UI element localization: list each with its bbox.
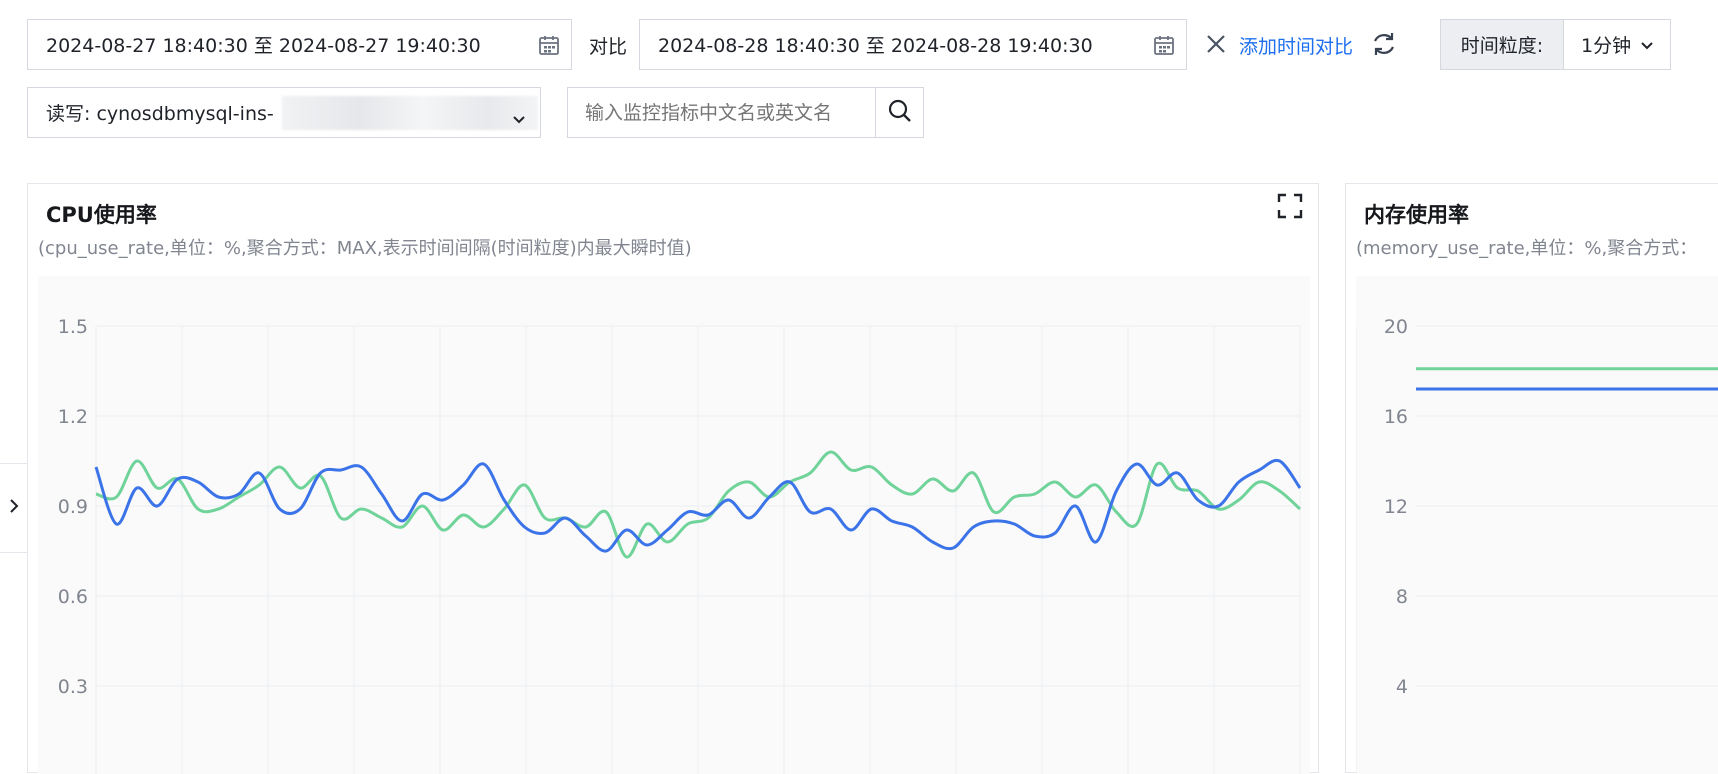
cpu-card-subtitle: (cpu_use_rate,单位：%,聚合方式：MAX,表示时间间隔(时间粒度)… <box>38 238 692 259</box>
y-tick-label: 8 <box>1396 586 1408 608</box>
granularity-value: 1分钟 <box>1581 35 1632 57</box>
search-icon <box>887 98 913 128</box>
y-tick-label: 4 <box>1396 676 1408 698</box>
memory-usage-chart: 4 8 12 16 20 <box>1356 276 1718 774</box>
redacted-area <box>282 96 538 130</box>
calendar-icon[interactable] <box>1153 34 1175 56</box>
close-icon[interactable] <box>1205 33 1227 55</box>
granularity-label: 时间粒度: <box>1441 20 1564 69</box>
cpu-card-title: CPU使用率 <box>46 203 157 227</box>
cpu-usage-chart: 0.3 0.6 0.9 1.2 1.5 <box>38 276 1310 774</box>
y-tick-label: 0.3 <box>58 676 88 698</box>
compare-range-text: 2024-08-28 18:40:30 至 2024-08-28 19:40:3… <box>658 35 1093 57</box>
chevron-down-icon <box>512 108 526 130</box>
y-tick-label: 1.5 <box>58 316 88 338</box>
instance-select-text: 读写: cynosdbmysql-ins- <box>46 103 274 125</box>
refresh-icon[interactable] <box>1370 30 1398 58</box>
y-tick-label: 16 <box>1384 406 1408 428</box>
granularity-select[interactable]: 1分钟 <box>1564 20 1670 69</box>
y-tick-label: 12 <box>1384 496 1408 518</box>
search-button[interactable] <box>875 87 924 138</box>
primary-range-picker[interactable]: 2024-08-27 18:40:30 至 2024-08-27 19:40:3… <box>27 19 572 70</box>
y-tick-label: 0.6 <box>58 586 88 608</box>
granularity-label-text: 时间粒度: <box>1460 35 1544 57</box>
chevron-down-icon <box>1640 34 1654 56</box>
sidebar-expand-button[interactable] <box>0 463 28 553</box>
fullscreen-icon[interactable] <box>1277 193 1303 219</box>
primary-range-text: 2024-08-27 18:40:30 至 2024-08-27 19:40:3… <box>46 35 481 57</box>
compare-range-picker[interactable]: 2024-08-28 18:40:30 至 2024-08-28 19:40:3… <box>639 19 1187 70</box>
chevron-right-icon <box>9 498 19 518</box>
memory-usage-card: 内存使用率 (memory_use_rate,单位：%,聚合方式： 4 8 12 16… <box>1345 183 1718 774</box>
add-compare-link[interactable]: 添加时间对比 <box>1239 32 1353 59</box>
memory-card-title: 内存使用率 <box>1364 203 1469 227</box>
instance-select[interactable]: 读写: cynosdbmysql-ins- <box>27 87 541 138</box>
y-tick-label: 20 <box>1384 316 1408 338</box>
y-tick-label: 1.2 <box>58 406 88 428</box>
calendar-icon[interactable] <box>538 34 560 56</box>
metric-search-input[interactable] <box>567 87 876 138</box>
y-tick-label: 0.9 <box>58 496 88 518</box>
cpu-usage-card: CPU使用率 (cpu_use_rate,单位：%,聚合方式：MAX,表示时间间… <box>27 183 1319 774</box>
plot-background <box>1356 276 1718 774</box>
compare-label: 对比 <box>589 36 628 58</box>
granularity-control: 时间粒度: 1分钟 <box>1440 19 1671 70</box>
memory-card-subtitle: (memory_use_rate,单位：%,聚合方式： <box>1356 238 1698 259</box>
